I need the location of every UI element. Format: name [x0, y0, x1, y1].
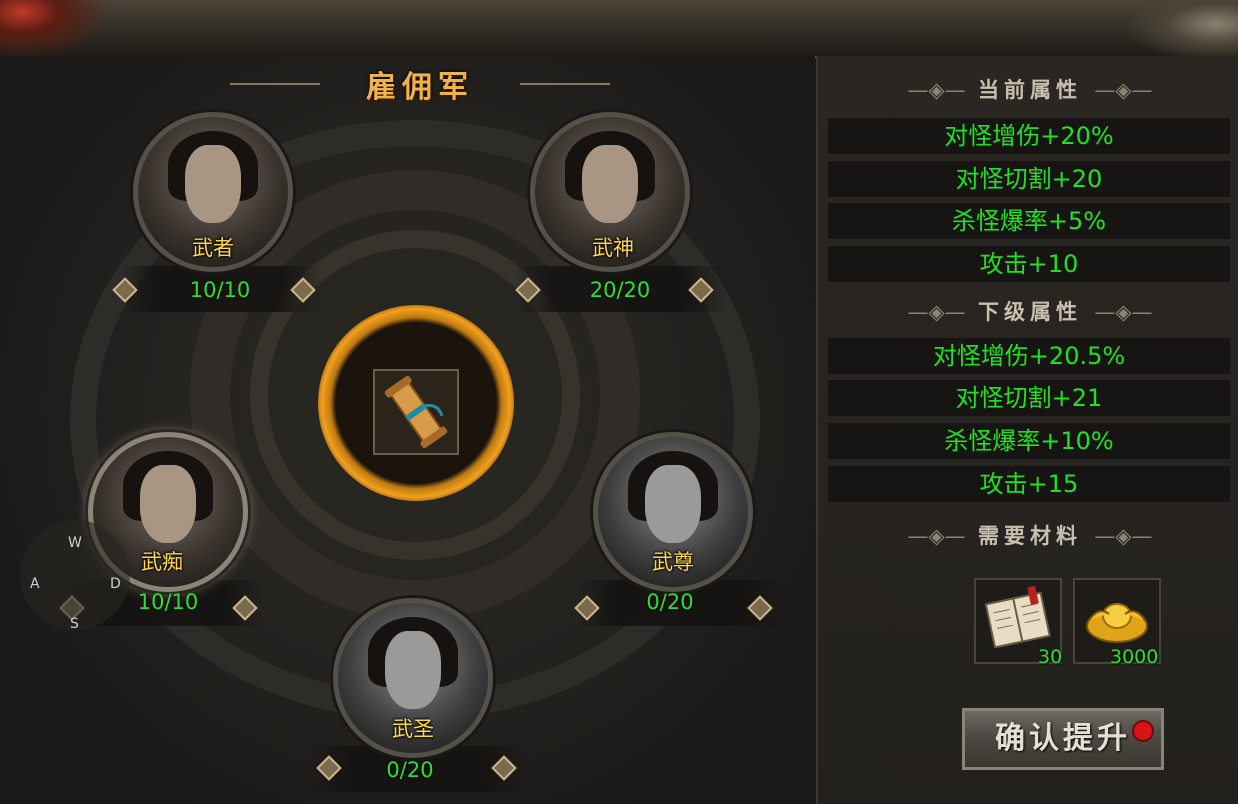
face-shape: [185, 145, 241, 223]
heading-label: 下级属性: [978, 300, 1082, 324]
unit-count: 10/10: [189, 278, 251, 302]
next-attr-row: 对怪增伤+20.5%: [828, 338, 1230, 374]
dragon-ornament-left: [0, 0, 110, 60]
material-qty: 3000: [1110, 646, 1159, 668]
next-attr-row: 杀怪爆率+10%: [828, 423, 1230, 459]
joystick-key-w[interactable]: W: [68, 535, 82, 551]
next-attr-row: 对怪切割+21: [828, 380, 1230, 416]
ornament-icon: —◈—: [1094, 300, 1153, 324]
heading-label: 当前属性: [978, 78, 1082, 102]
scroll-icon: [384, 375, 448, 449]
notification-dot: [1132, 720, 1154, 742]
current-attr-row: 对怪增伤+20%: [828, 118, 1230, 154]
unit-name: 武者: [192, 236, 234, 260]
current-attr-row: 杀怪爆率+5%: [828, 203, 1230, 239]
unit-count: 0/20: [386, 758, 434, 782]
face-shape: [140, 465, 196, 543]
face-shape: [645, 465, 701, 543]
unit-count: 0/20: [646, 590, 694, 614]
current-attrs-heading: —◈— 当前属性 —◈—: [830, 74, 1230, 104]
next-attrs-heading: —◈— 下级属性 —◈—: [830, 296, 1230, 326]
material-qty: 30: [1038, 646, 1063, 668]
scroll-item-slot[interactable]: [373, 369, 459, 455]
unit-name: 武尊: [652, 550, 694, 574]
top-frame: [0, 0, 1238, 58]
ornament-icon: —◈—: [1094, 78, 1153, 102]
dragon-ornament-right: [1128, 0, 1238, 60]
joystick-key-a[interactable]: A: [30, 576, 40, 592]
face-shape: [385, 631, 441, 709]
ornament-icon: —◈—: [907, 78, 966, 102]
joystick-key-s[interactable]: S: [70, 616, 79, 632]
materials-heading: —◈— 需要材料 —◈—: [830, 520, 1230, 550]
unit-count: 20/20: [589, 278, 651, 302]
face-shape: [582, 145, 638, 223]
panel-title: 雇佣军: [366, 70, 474, 105]
joystick-key-d[interactable]: D: [110, 576, 121, 592]
unit-name: 武神: [592, 236, 634, 260]
ornament-icon: —◈—: [1094, 524, 1153, 548]
heading-label: 需要材料: [978, 524, 1082, 548]
ornament-icon: —◈—: [907, 524, 966, 548]
next-attr-row: 攻击+15: [828, 466, 1230, 502]
confirm-upgrade-button[interactable]: 确认提升: [962, 708, 1164, 770]
unit-name: 武圣: [392, 717, 434, 741]
ornament-icon: —◈—: [907, 300, 966, 324]
current-attr-row: 攻击+10: [828, 246, 1230, 282]
current-attr-row: 对怪切割+20: [828, 161, 1230, 197]
